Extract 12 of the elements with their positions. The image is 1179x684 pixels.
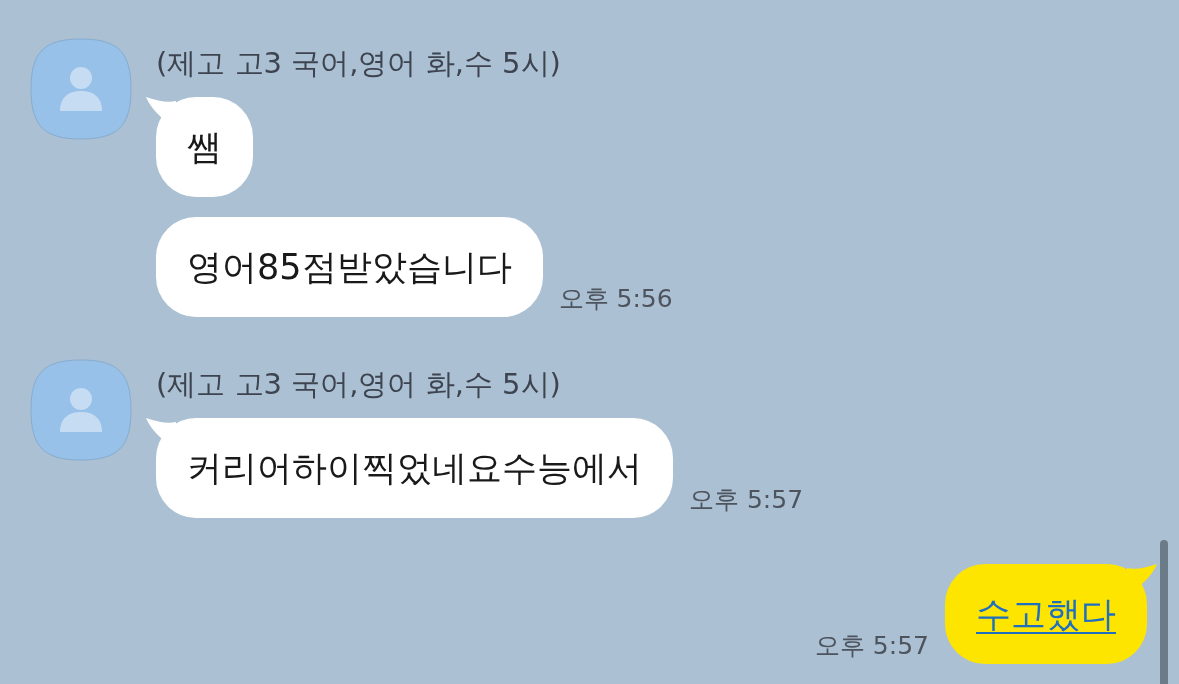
message-time: 오후 5:56 [558, 283, 673, 315]
scrollbar[interactable] [1160, 540, 1168, 684]
sender-name: (제고 고3 국어,영어 화,수 5시) [156, 366, 562, 403]
sender-name: (제고 고3 국어,영어 화,수 5시) [156, 45, 562, 82]
message-bubble: 쌤 [156, 97, 253, 197]
message-time: 오후 5:57 [689, 484, 804, 516]
message-link[interactable]: 수고했다 [945, 564, 1147, 664]
message-time: 오후 5:57 [814, 630, 929, 662]
message-bubble: 커리어하이찍었네요수능에서 [156, 418, 673, 518]
avatar-icon[interactable] [30, 359, 132, 461]
message-bubble: 영어85점받았습니다 [156, 217, 543, 317]
avatar-icon[interactable] [30, 38, 132, 140]
